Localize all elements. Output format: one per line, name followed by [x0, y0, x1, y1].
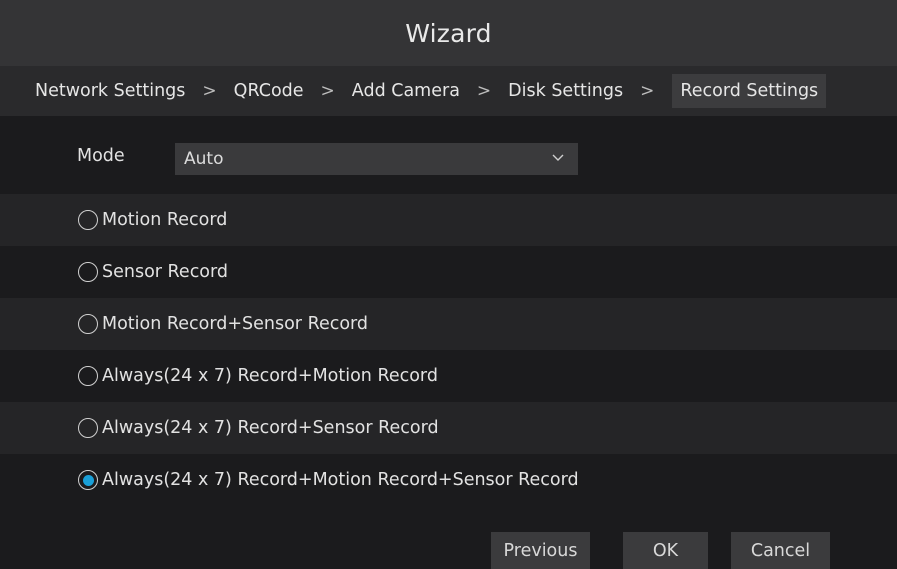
breadcrumb-separator: >: [202, 81, 217, 101]
radio-button[interactable]: [78, 418, 98, 438]
radio-dot: [82, 474, 94, 486]
option-label: Always(24 x 7) Record+Motion Record+Sens…: [102, 470, 579, 490]
option-label: Always(24 x 7) Record+Motion Record: [102, 366, 438, 386]
previous-button[interactable]: Previous: [491, 532, 590, 569]
breadcrumb-separator: >: [640, 81, 655, 101]
step-qrcode[interactable]: QRCode: [228, 74, 310, 108]
title-bar: Wizard: [0, 0, 897, 66]
radio-button[interactable]: [78, 314, 98, 334]
option-motion-sensor-record[interactable]: Motion Record+Sensor Record: [0, 298, 897, 350]
step-record-settings[interactable]: Record Settings: [672, 74, 827, 108]
option-always-sensor-record[interactable]: Always(24 x 7) Record+Sensor Record: [0, 402, 897, 454]
window-title: Wizard: [405, 18, 492, 48]
option-label: Motion Record+Sensor Record: [102, 314, 369, 334]
option-label: Motion Record: [102, 210, 228, 230]
radio-button[interactable]: [78, 210, 98, 230]
mode-row: Mode Auto: [0, 116, 897, 194]
step-add-camera[interactable]: Add Camera: [346, 74, 466, 108]
footer-button-bar: Previous OK Cancel: [0, 517, 897, 569]
option-label: Always(24 x 7) Record+Sensor Record: [102, 418, 439, 438]
mode-selected-value: Auto: [184, 149, 224, 169]
mode-label: Mode: [77, 146, 125, 166]
radio-button[interactable]: [78, 366, 98, 386]
option-always-motion-record[interactable]: Always(24 x 7) Record+Motion Record: [0, 350, 897, 402]
option-motion-record[interactable]: Motion Record: [0, 194, 897, 246]
mode-select[interactable]: Auto: [175, 143, 578, 175]
step-disk-settings[interactable]: Disk Settings: [502, 74, 629, 108]
breadcrumb-separator: >: [476, 81, 492, 101]
radio-button[interactable]: [78, 262, 98, 282]
option-label: Sensor Record: [102, 262, 229, 282]
record-settings-panel: Mode Auto Motion Record Sensor Record Mo…: [0, 116, 897, 517]
breadcrumb-separator: >: [320, 81, 335, 101]
wizard-window: Wizard Network Settings > QRCode > Add C…: [0, 0, 897, 569]
chevron-down-icon: [552, 154, 564, 161]
wizard-steps-breadcrumb: Network Settings > QRCode > Add Camera >…: [0, 66, 897, 116]
option-sensor-record[interactable]: Sensor Record: [0, 246, 897, 298]
ok-button[interactable]: OK: [623, 532, 708, 569]
step-network-settings[interactable]: Network Settings: [29, 74, 191, 108]
radio-button-selected[interactable]: [78, 470, 98, 490]
option-always-motion-sensor-record[interactable]: Always(24 x 7) Record+Motion Record+Sens…: [0, 454, 897, 506]
cancel-button[interactable]: Cancel: [731, 532, 830, 569]
